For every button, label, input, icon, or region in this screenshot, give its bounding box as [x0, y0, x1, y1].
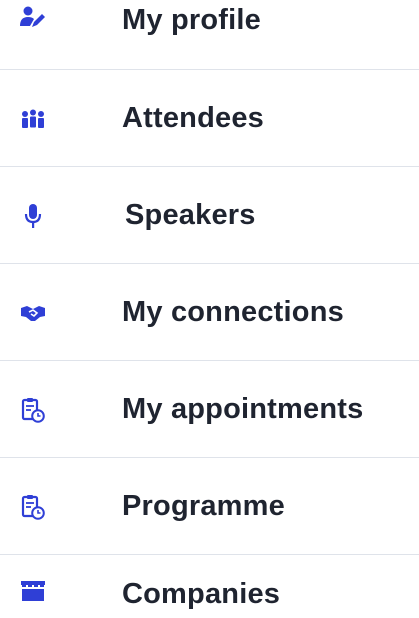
menu-item-companies[interactable]: Companies — [0, 555, 419, 615]
microphone-icon — [20, 203, 46, 229]
menu-item-label: My profile — [122, 4, 261, 36]
clipboard-clock-icon — [20, 494, 46, 520]
menu-item-label: Programme — [122, 490, 285, 522]
menu-item-my-profile[interactable]: My profile — [0, 0, 419, 70]
menu-item-my-appointments[interactable]: My appointments — [0, 361, 419, 458]
menu-item-label: Attendees — [122, 102, 264, 134]
menu-item-speakers[interactable]: Speakers — [0, 167, 419, 264]
user-edit-icon — [20, 4, 46, 30]
menu-item-programme[interactable]: Programme — [0, 458, 419, 555]
users-group-icon — [20, 106, 46, 132]
menu-item-label: My connections — [122, 296, 344, 328]
menu-item-label: Companies — [122, 578, 281, 610]
storefront-icon — [20, 578, 46, 604]
handshake-icon — [20, 300, 46, 326]
navigation-menu: My profile Attendees Speakers My connect… — [0, 0, 419, 618]
clipboard-clock-icon — [20, 397, 46, 423]
menu-item-label: My appointments — [122, 393, 364, 425]
menu-item-attendees[interactable]: Attendees — [0, 70, 419, 167]
menu-item-my-connections[interactable]: My connections — [0, 264, 419, 361]
menu-item-label: Speakers — [125, 199, 256, 231]
